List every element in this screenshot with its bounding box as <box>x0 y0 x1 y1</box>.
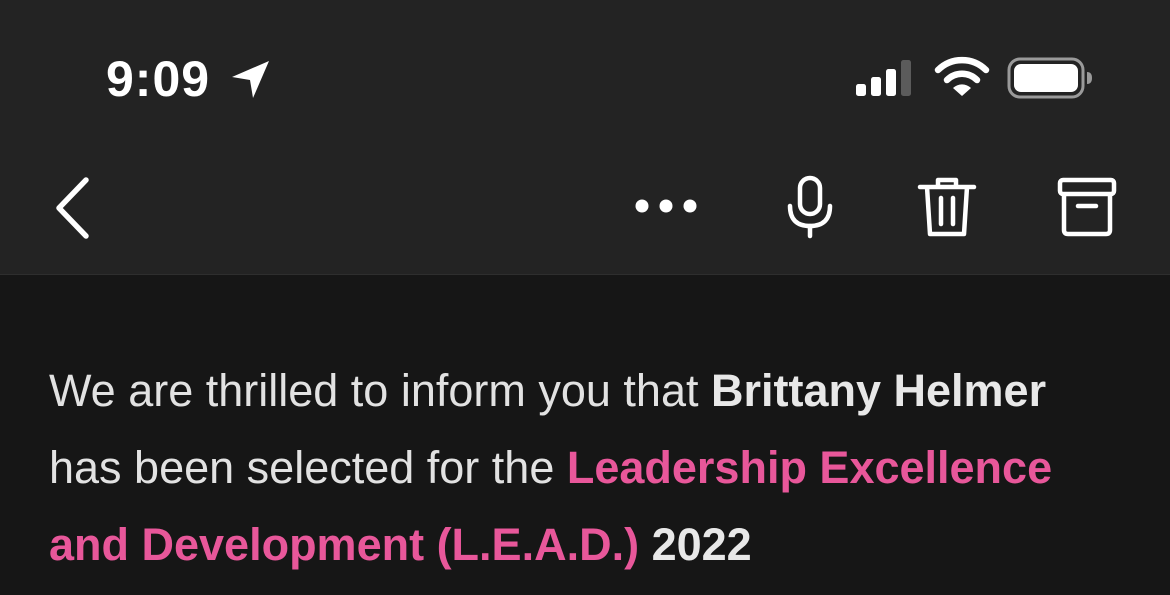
recipient-name: Brittany Helmer <box>710 365 1047 416</box>
message-body: We are thrilled to inform you that Britt… <box>49 352 1119 583</box>
archive-icon[interactable] <box>1054 174 1120 240</box>
battery-icon <box>1007 57 1092 99</box>
more-dots-icon[interactable] <box>628 186 706 226</box>
cellular-signal-icon <box>856 60 911 96</box>
program-year: 2022 <box>639 519 752 570</box>
microphone-icon[interactable] <box>780 174 840 240</box>
trash-icon[interactable] <box>914 174 980 240</box>
message-middle: has been selected for the <box>49 442 567 493</box>
status-bar: 9:09 <box>0 0 1170 140</box>
chevron-left-icon[interactable] <box>50 176 98 240</box>
status-time: 9:09 <box>106 51 211 107</box>
location-arrow-icon <box>232 61 269 98</box>
message-intro: We are thrilled to inform you that <box>49 365 711 416</box>
mail-toolbar <box>0 140 1170 275</box>
wifi-icon <box>934 56 990 96</box>
